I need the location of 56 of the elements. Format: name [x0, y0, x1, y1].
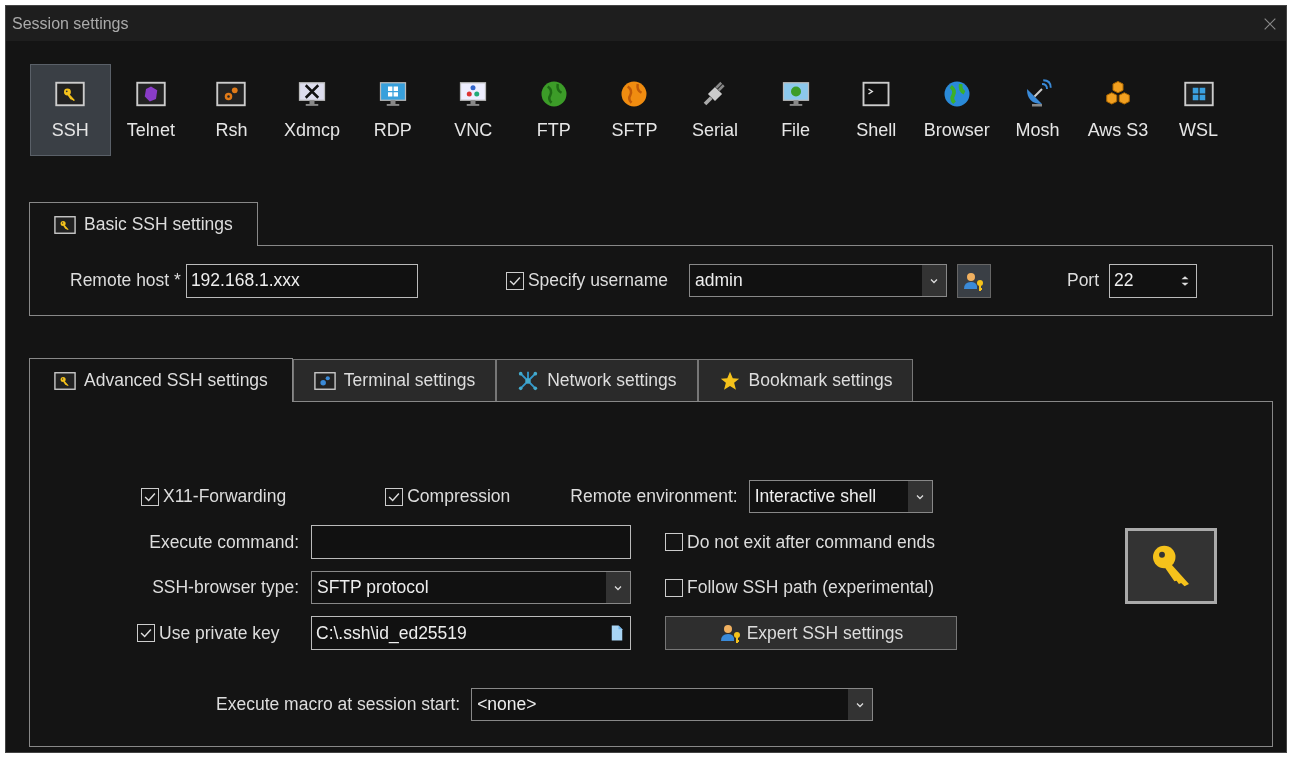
specify-username-checkbox[interactable]: Specify username — [505, 267, 668, 294]
session-type-button[interactable]: Aws S3 — [1077, 64, 1159, 156]
key-button[interactable] — [1125, 528, 1217, 604]
use-private-key-checkbox[interactable]: Use private key — [137, 619, 280, 647]
window-title: Session settings — [12, 13, 129, 34]
follow-ssh-path-checkbox[interactable]: Follow SSH path (experimental) — [665, 574, 935, 601]
remote-host-field[interactable]: 192.168.1.xxx — [185, 263, 418, 298]
field-label: Remote environment: — [570, 485, 738, 509]
session-type-button[interactable]: Telnet — [110, 64, 192, 156]
session-type-button[interactable]: File — [755, 64, 836, 156]
gears-icon — [216, 79, 247, 109]
settings-tab[interactable]: Terminal settings — [292, 359, 497, 401]
session-type-button[interactable]: FTP — [513, 64, 595, 156]
key-icon — [55, 79, 86, 109]
execute-macro-dropdown[interactable]: <none> — [471, 688, 874, 721]
field-label: Port — [1066, 269, 1100, 293]
user-key-button[interactable] — [956, 263, 991, 298]
network-icon — [517, 369, 540, 392]
session-type-button[interactable]: Serial — [674, 64, 756, 156]
key-icon — [54, 369, 76, 392]
port-spinner[interactable]: 22 — [1109, 263, 1198, 298]
session-type-button[interactable]: WSL — [1158, 64, 1239, 156]
field-label: Execute macro at session start: — [216, 693, 461, 717]
settings-tab[interactable]: Network settings — [496, 359, 698, 401]
expert-ssh-settings-button[interactable]: Expert SSH settings — [665, 616, 957, 650]
field-label: SSH-browser type: — [152, 576, 299, 600]
execute-command-field[interactable] — [311, 525, 631, 559]
session-type-button[interactable]: Xdmcp — [271, 64, 353, 156]
username-dropdown[interactable]: admin — [688, 264, 947, 297]
session-type-button[interactable]: SSH — [30, 64, 111, 156]
session-type-button[interactable]: Shell — [835, 64, 917, 156]
session-type-button[interactable]: RDP — [352, 64, 433, 156]
session-type-button[interactable]: Rsh — [191, 64, 272, 156]
x11-forwarding-checkbox[interactable]: X11-Forwarding — [141, 483, 287, 510]
compression-checkbox[interactable]: Compression — [385, 483, 511, 510]
private-key-field[interactable]: C:\.ssh\id_ed25519 — [311, 616, 631, 650]
gears-icon — [313, 369, 336, 392]
settings-tab[interactable]: Advanced SSH settings — [29, 358, 293, 402]
field-label: Remote host * — [70, 269, 181, 293]
field-label: Execute command: — [149, 530, 299, 554]
monitor-icon — [458, 79, 489, 109]
session-type-button[interactable]: Mosh — [997, 64, 1078, 156]
x-monitor-icon — [297, 79, 328, 109]
key-icon — [54, 213, 76, 236]
monitor-icon — [377, 79, 408, 109]
windows-icon — [1183, 79, 1214, 109]
terminal-icon — [861, 79, 892, 109]
session-type-button[interactable]: Browser — [916, 64, 998, 156]
session-type-button[interactable]: SFTP — [594, 64, 675, 156]
session-type-button[interactable]: VNC — [432, 64, 514, 156]
monitor-icon — [780, 79, 811, 109]
remote-environment-dropdown[interactable]: Interactive shell — [748, 480, 933, 513]
ssh-browser-type-dropdown[interactable]: SFTP protocol — [311, 571, 631, 604]
gem-icon — [135, 79, 166, 109]
do-not-exit-checkbox[interactable]: Do not exit after command ends — [665, 528, 936, 556]
settings-tab[interactable]: Bookmark settings — [697, 359, 914, 401]
